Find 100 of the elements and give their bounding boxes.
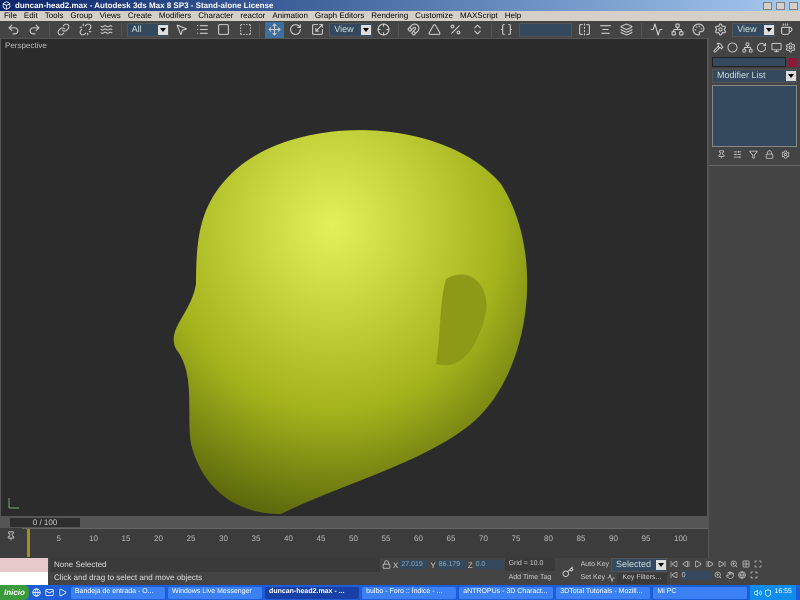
listener-field[interactable]: [0, 558, 48, 572]
funnel-icon: [748, 150, 758, 159]
restore-button[interactable]: [776, 2, 785, 10]
maximize-toggle-button[interactable]: [748, 570, 759, 580]
step-back-icon: [682, 560, 690, 568]
browser-icon: [32, 588, 42, 597]
toolbar-dropdown[interactable]: All: [126, 22, 169, 36]
perspective-viewport[interactable]: Perspective: [0, 38, 708, 517]
frame-number: 50: [349, 533, 358, 545]
key-mode-dropdown[interactable]: Selected: [611, 558, 667, 572]
step-forward-button[interactable]: [704, 559, 715, 569]
frame-number: 15: [122, 533, 130, 545]
mirror-icon: [578, 23, 591, 36]
viewport-label: Perspective: [5, 40, 47, 52]
window-title: duncan-head2.max - Autodesk 3ds Max 8 SP3 - Stand-alone License: [15, 2, 274, 10]
pin-icon: [6, 531, 16, 541]
skip-forward-icon: [718, 560, 726, 568]
menu-item[interactable]: File: [4, 12, 17, 20]
frame-number: 20: [154, 533, 163, 545]
current-frame-marker: [27, 529, 30, 557]
orbit-button[interactable]: [736, 570, 747, 580]
render-icon: [780, 23, 794, 36]
dropdown-arrow-icon: [658, 563, 664, 567]
schematic-icon: [670, 23, 684, 36]
zoom-region-icon: [714, 571, 722, 579]
object-name-field[interactable]: [712, 57, 786, 67]
frame-number: 45: [316, 533, 326, 545]
angle-icon: [428, 23, 441, 36]
zoom-icon: [730, 560, 738, 568]
time-config-button[interactable]: [668, 570, 679, 580]
toolbar-dropdown[interactable]: View: [329, 22, 372, 36]
maximize-icon: [754, 560, 762, 568]
media-launch-button[interactable]: [58, 588, 68, 598]
key-icon: [562, 566, 574, 578]
menu-item[interactable]: Rendering: [371, 12, 408, 20]
menu-item[interactable]: Tools: [44, 12, 64, 20]
modifier-stack[interactable]: [712, 85, 797, 147]
zoom-region-button[interactable]: [712, 570, 723, 580]
display-tab[interactable]: [770, 41, 782, 54]
named-selection-field[interactable]: [518, 22, 572, 36]
menu-item[interactable]: Edit: [24, 12, 38, 20]
utilities-icon: [785, 42, 796, 53]
menu-item[interactable]: Group: [70, 12, 93, 20]
frame-number: 90: [609, 533, 618, 545]
frame-number: 10: [89, 533, 98, 545]
hand-button[interactable]: [724, 570, 735, 580]
menu-item[interactable]: Graph Editors: [314, 12, 364, 20]
time-slider-thumb[interactable]: 0 / 100: [10, 518, 80, 527]
step-back-button[interactable]: [680, 559, 691, 569]
skip-back-button[interactable]: [668, 559, 679, 569]
mail-icon: [45, 588, 54, 597]
menu-item[interactable]: Help: [504, 12, 522, 20]
toolbar-dropdown[interactable]: View: [732, 22, 775, 36]
hierarchy-tab[interactable]: [741, 41, 754, 54]
utilities-tab[interactable]: [784, 41, 797, 54]
menu-item[interactable]: MAXScript: [460, 12, 498, 20]
frame-number: 40: [284, 533, 293, 545]
close-button[interactable]: [789, 2, 798, 10]
zoom-button[interactable]: [728, 559, 739, 569]
menu-item[interactable]: Customize: [415, 12, 453, 20]
rotate-icon: [289, 23, 302, 36]
pin-stack-icon: [716, 150, 726, 159]
mail-launch-button[interactable]: [44, 588, 55, 598]
motion-icon: [756, 42, 768, 53]
media-icon: [58, 588, 68, 597]
modify-tab[interactable]: [726, 41, 739, 54]
move-tool[interactable]: [265, 22, 284, 38]
menu-item[interactable]: Modifiers: [158, 12, 192, 20]
funnel-button[interactable]: [747, 149, 759, 160]
redo-icon: [28, 23, 42, 36]
minimize-button[interactable]: [763, 2, 772, 10]
menu-item[interactable]: Create: [128, 12, 152, 20]
modifier-list-dropdown[interactable]: Modifier List: [712, 69, 797, 83]
palette-icon: [692, 23, 706, 36]
configure-button[interactable]: [779, 149, 791, 160]
unlink-icon: [78, 23, 92, 36]
create-tab[interactable]: [712, 41, 724, 54]
maximize-button[interactable]: [752, 559, 763, 569]
shield-icon: [764, 588, 772, 596]
menu-item[interactable]: Views: [100, 12, 121, 20]
play-button[interactable]: [692, 559, 703, 569]
motion-tab[interactable]: [756, 41, 768, 54]
hand-icon: [726, 571, 734, 579]
step-curve-icon: [607, 574, 616, 582]
skip-back-icon: [670, 571, 678, 579]
menu-item[interactable]: reactor: [240, 12, 266, 20]
frame-number: 95: [642, 533, 650, 545]
menu-item[interactable]: Animation: [272, 12, 308, 20]
zoom-all-button[interactable]: [740, 559, 751, 569]
browser-launch-button[interactable]: [32, 588, 42, 598]
menu-item[interactable]: Character: [198, 12, 234, 20]
frame-number: 100: [674, 533, 688, 545]
move-icon: [268, 23, 281, 36]
frame-number: 60: [414, 533, 423, 545]
object-color-swatch[interactable]: [788, 58, 797, 66]
skip-forward-button[interactable]: [716, 559, 727, 569]
start-button[interactable]: Inicio: [0, 585, 29, 600]
frame-number: 35: [252, 533, 260, 545]
listener-output-field[interactable]: [0, 572, 48, 585]
play-icon: [694, 560, 702, 568]
